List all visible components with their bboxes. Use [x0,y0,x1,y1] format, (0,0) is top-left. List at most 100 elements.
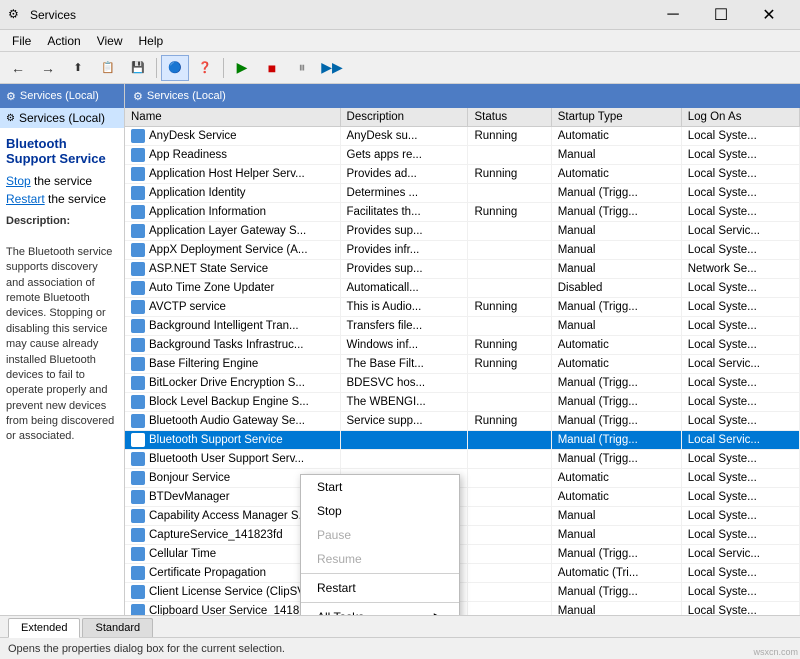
cell-status [468,564,551,583]
service-icon [131,148,145,162]
tree-item-services-local[interactable]: ⚙ Services (Local) [0,108,124,128]
show-hide-button[interactable]: 📋 [94,55,122,81]
cell-logon: Local Syste... [681,526,799,545]
help-button[interactable]: ❓ [191,55,219,81]
menu-action[interactable]: Action [39,32,88,50]
detail-service-title: Bluetooth Support Service [6,136,118,166]
cell-logon: Local Syste... [681,507,799,526]
cell-startup: Manual (Trigg... [551,393,681,412]
service-icon [131,338,145,352]
ctx-all-tasks[interactable]: All Tasks ▶ [301,605,459,615]
table-row[interactable]: Base Filtering EngineThe Base Filt...Run… [125,355,800,374]
tree-header-label: Services (Local) [20,90,99,102]
table-row[interactable]: Application Host Helper Serv...Provides … [125,165,800,184]
service-icon [131,319,145,333]
table-row[interactable]: CaptureService_141823fdManualLocal Syste… [125,526,800,545]
ctx-stop[interactable]: Stop [301,499,459,523]
minimize-button[interactable]: ─ [650,0,696,30]
cell-logon: Local Syste... [681,602,799,616]
services-header-icon: ⚙ [133,90,143,103]
table-row[interactable]: Bluetooth Audio Gateway Se...Service sup… [125,412,800,431]
cell-startup: Manual (Trigg... [551,450,681,469]
cell-logon: Local Syste... [681,241,799,260]
menu-file[interactable]: File [4,32,39,50]
app-icon: ⚙ [8,7,24,23]
menu-view[interactable]: View [89,32,131,50]
cell-startup: Manual (Trigg... [551,203,681,222]
table-row[interactable]: Bluetooth User Support Serv... Manual (Tr… [125,450,800,469]
stop-service-link[interactable]: Stop [6,174,31,188]
table-row[interactable]: Application Layer Gateway S...Provides s… [125,222,800,241]
up-button[interactable]: ⬆ [64,55,92,81]
table-row[interactable]: Background Intelligent Tran...Transfers … [125,317,800,336]
cell-startup: Automatic [551,336,681,355]
table-row[interactable]: AVCTP serviceThis is Audio...RunningManu… [125,298,800,317]
service-icon [131,433,145,447]
service-icon [131,129,145,143]
table-row[interactable]: Clipboard User Service_1418...ManualLoca… [125,602,800,616]
table-row[interactable]: Application InformationFacilitates th...… [125,203,800,222]
menu-bar: File Action View Help [0,30,800,52]
pause-service-button[interactable]: ⏸ [288,55,316,81]
cell-startup: Manual [551,507,681,526]
cell-startup: Disabled [551,279,681,298]
table-row[interactable]: Capability Access Manager S...ManualLoca… [125,507,800,526]
tree-header: ⚙ Services (Local) [0,84,124,108]
forward-button[interactable]: → [34,55,62,81]
service-icon [131,186,145,200]
table-row[interactable]: Auto Time Zone UpdaterAutomaticall...Dis… [125,279,800,298]
service-icon [131,395,145,409]
back-button[interactable]: ← [4,55,32,81]
cell-status [468,507,551,526]
col-startup[interactable]: Startup Type [551,108,681,127]
table-row[interactable]: Application IdentityDetermines ...Manual… [125,184,800,203]
cell-logon: Local Servic... [681,355,799,374]
table-row[interactable]: ASP.NET State ServiceProvides sup...Manu… [125,260,800,279]
restart-service-link[interactable]: Restart [6,192,45,206]
cell-description: The Base Filt... [340,355,468,374]
cell-name: Bluetooth User Support Serv... [125,450,340,469]
cell-status: Running [468,203,551,222]
table-row[interactable]: BTDevManagerAutomaticLocal Syste... [125,488,800,507]
table-row[interactable]: BitLocker Drive Encryption S...BDESVC ho… [125,374,800,393]
col-description[interactable]: Description [340,108,468,127]
table-row[interactable]: Cellular TimeManual (Trigg...Local Servi… [125,545,800,564]
menu-help[interactable]: Help [131,32,172,50]
tab-standard[interactable]: Standard [82,618,153,637]
col-status[interactable]: Status [468,108,551,127]
export-button[interactable]: 💾 [124,55,152,81]
table-row[interactable]: AppX Deployment Service (A...Provides in… [125,241,800,260]
col-logon[interactable]: Log On As [681,108,799,127]
start-service-button[interactable]: ▶ [228,55,256,81]
cell-description [340,450,468,469]
window-controls: ─ ☐ ✕ [650,0,792,30]
services-table-container[interactable]: Name Description Status Startup Type Log… [125,108,800,615]
maximize-button[interactable]: ☐ [698,0,744,30]
properties-button[interactable]: 🔵 [161,55,189,81]
cell-description [340,431,468,450]
table-row[interactable]: Client License Service (ClipSV...Manual … [125,583,800,602]
restart-service-button[interactable]: ▶▶ [318,55,346,81]
table-row[interactable]: Bonjour ServiceAutomaticLocal Syste... [125,469,800,488]
cell-status [468,184,551,203]
close-button[interactable]: ✕ [746,0,792,30]
col-name[interactable]: Name [125,108,340,127]
ctx-start[interactable]: Start [301,475,459,499]
tab-extended[interactable]: Extended [8,618,80,638]
table-row[interactable]: App ReadinessGets apps re...ManualLocal … [125,146,800,165]
ctx-restart[interactable]: Restart [301,576,459,600]
table-row[interactable]: AnyDesk ServiceAnyDesk su...RunningAutom… [125,127,800,146]
table-row[interactable]: Bluetooth Support ServiceManual (Trigg..… [125,431,800,450]
table-row[interactable]: Background Tasks Infrastruc...Windows in… [125,336,800,355]
cell-startup: Manual [551,241,681,260]
table-row[interactable]: Certificate PropagationAutomatic (Tri...… [125,564,800,583]
cell-status: Running [468,127,551,146]
cell-name: BitLocker Drive Encryption S... [125,374,340,393]
cell-startup: Automatic (Tri... [551,564,681,583]
stop-service-button[interactable]: ■ [258,55,286,81]
cell-status [468,450,551,469]
cell-logon: Network Se... [681,260,799,279]
table-row[interactable]: Block Level Backup Engine S...The WBENGI… [125,393,800,412]
watermark: wsxcn.com [753,647,798,657]
cell-description: Facilitates th... [340,203,468,222]
